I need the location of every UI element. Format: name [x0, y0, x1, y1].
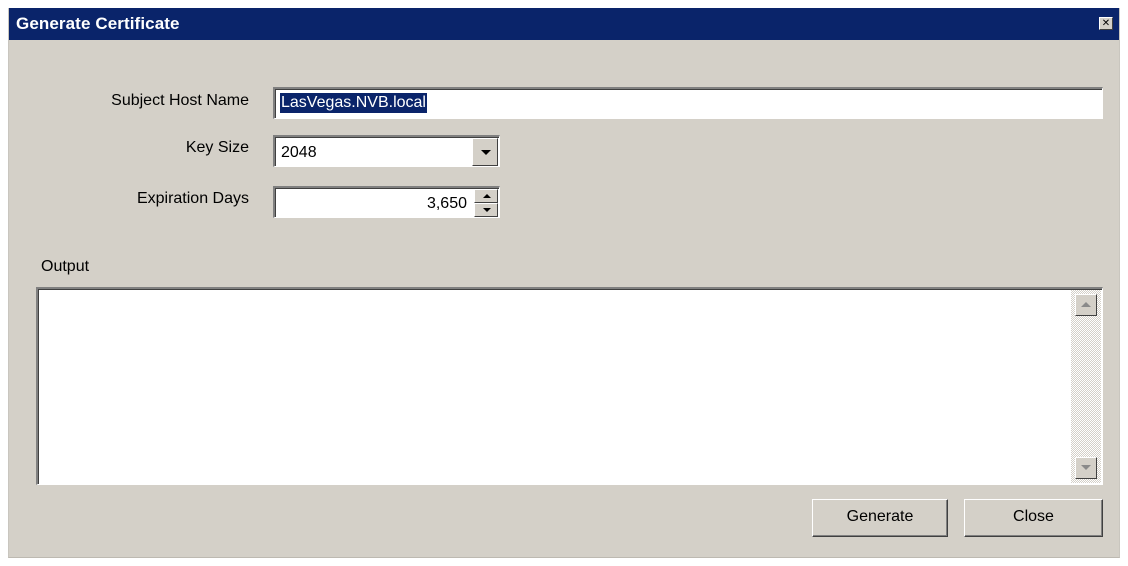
- scroll-down-arrow-icon: [1081, 465, 1091, 470]
- chevron-down-icon: [481, 150, 491, 155]
- generate-button[interactable]: Generate: [812, 499, 948, 537]
- output-scrollbar[interactable]: [1071, 290, 1101, 483]
- key-size-select[interactable]: 2048: [273, 135, 500, 167]
- scroll-up-arrow-icon: [1081, 302, 1091, 307]
- subject-host-name-input[interactable]: LasVegas.NVB.local: [273, 87, 1103, 119]
- close-window-button[interactable]: ✕: [1099, 17, 1113, 30]
- expiration-days-label: Expiration Days: [136, 190, 249, 207]
- subject-host-name-value: LasVegas.NVB.local: [280, 93, 427, 113]
- output-label: Output: [41, 258, 90, 275]
- key-size-value: 2048: [281, 144, 317, 161]
- generate-certificate-dialog: Generate Certificate ✕ Subject Host Name…: [8, 8, 1120, 558]
- subject-host-name-label: Subject Host Name: [111, 92, 249, 109]
- spin-down-button[interactable]: [474, 203, 498, 217]
- expiration-days-spinner: [474, 189, 498, 217]
- key-size-dropdown-button[interactable]: [472, 138, 498, 166]
- expiration-days-value: 3,650: [426, 195, 467, 212]
- spin-up-button[interactable]: [474, 189, 498, 203]
- key-size-label: Key Size: [185, 139, 249, 156]
- scroll-down-button[interactable]: [1075, 457, 1097, 479]
- close-button[interactable]: Close: [964, 499, 1103, 537]
- chevron-down-icon: [483, 208, 491, 212]
- output-textarea[interactable]: [36, 287, 1103, 485]
- expiration-days-stepper[interactable]: 3,650: [273, 186, 500, 218]
- window-title: Generate Certificate: [16, 14, 180, 33]
- title-bar[interactable]: Generate Certificate ✕: [9, 8, 1119, 40]
- scroll-up-button[interactable]: [1075, 294, 1097, 316]
- close-icon: ✕: [1101, 18, 1111, 29]
- chevron-up-icon: [483, 194, 491, 198]
